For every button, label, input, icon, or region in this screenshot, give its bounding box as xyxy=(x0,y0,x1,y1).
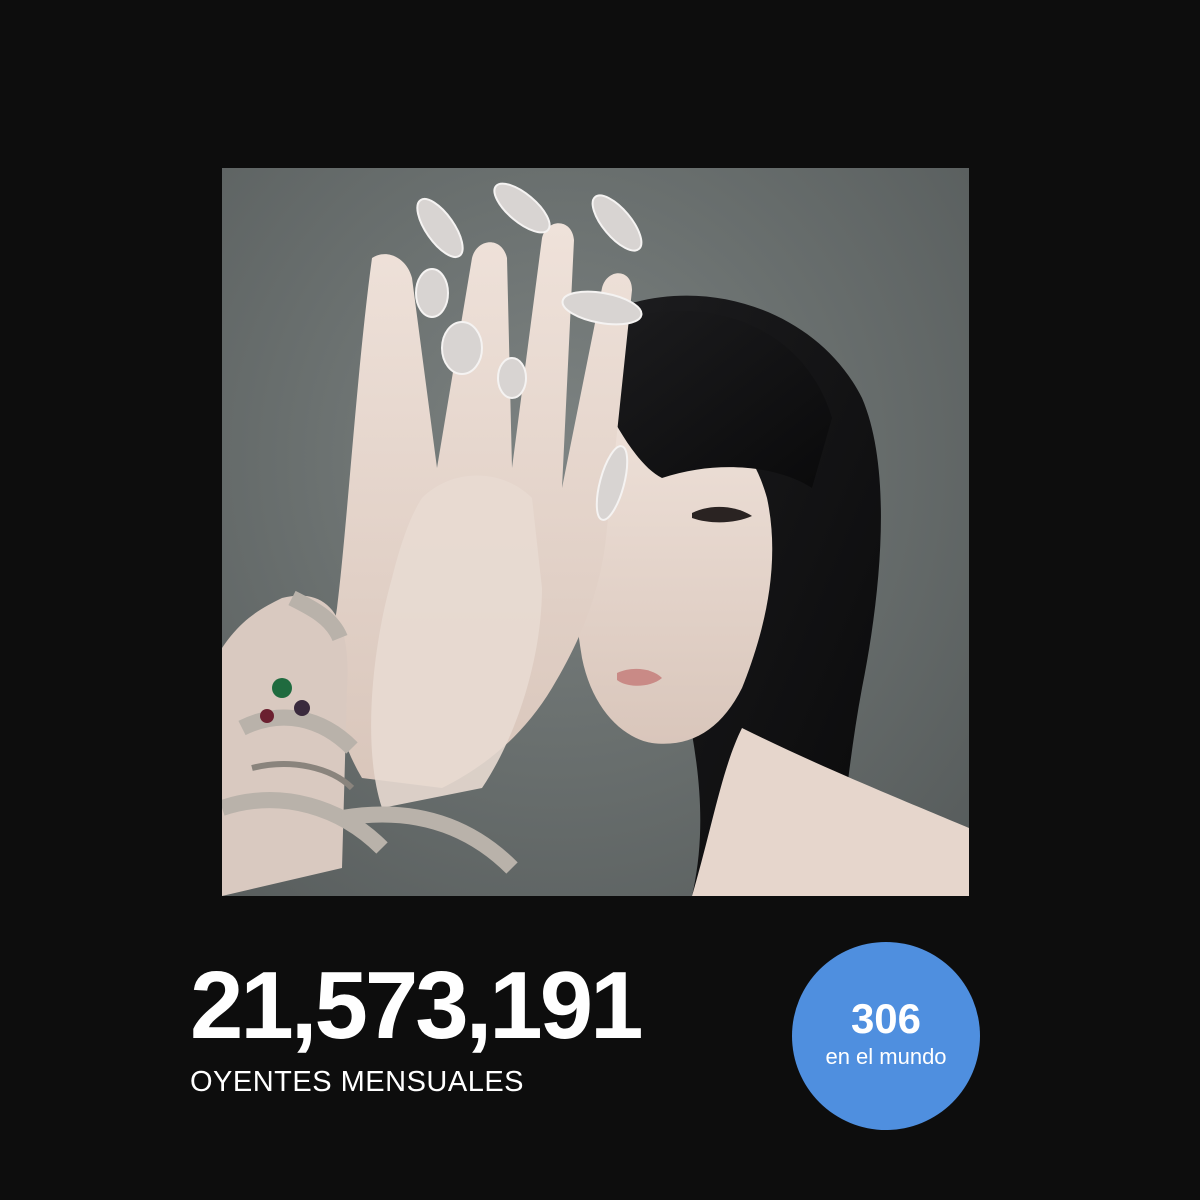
monthly-listeners-count: 21,573,191 xyxy=(190,952,643,1059)
world-rank-badge: 306 en el mundo xyxy=(792,942,980,1130)
stats-card: 21,573,191 OYENTES MENSUALES 306 en el m… xyxy=(0,0,1200,1200)
monthly-listeners-label: OYENTES MENSUALES xyxy=(190,1066,525,1098)
world-rank-label: en el mundo xyxy=(825,1044,947,1069)
artist-photo xyxy=(222,168,969,896)
world-rank-number: 306 xyxy=(850,995,922,1042)
